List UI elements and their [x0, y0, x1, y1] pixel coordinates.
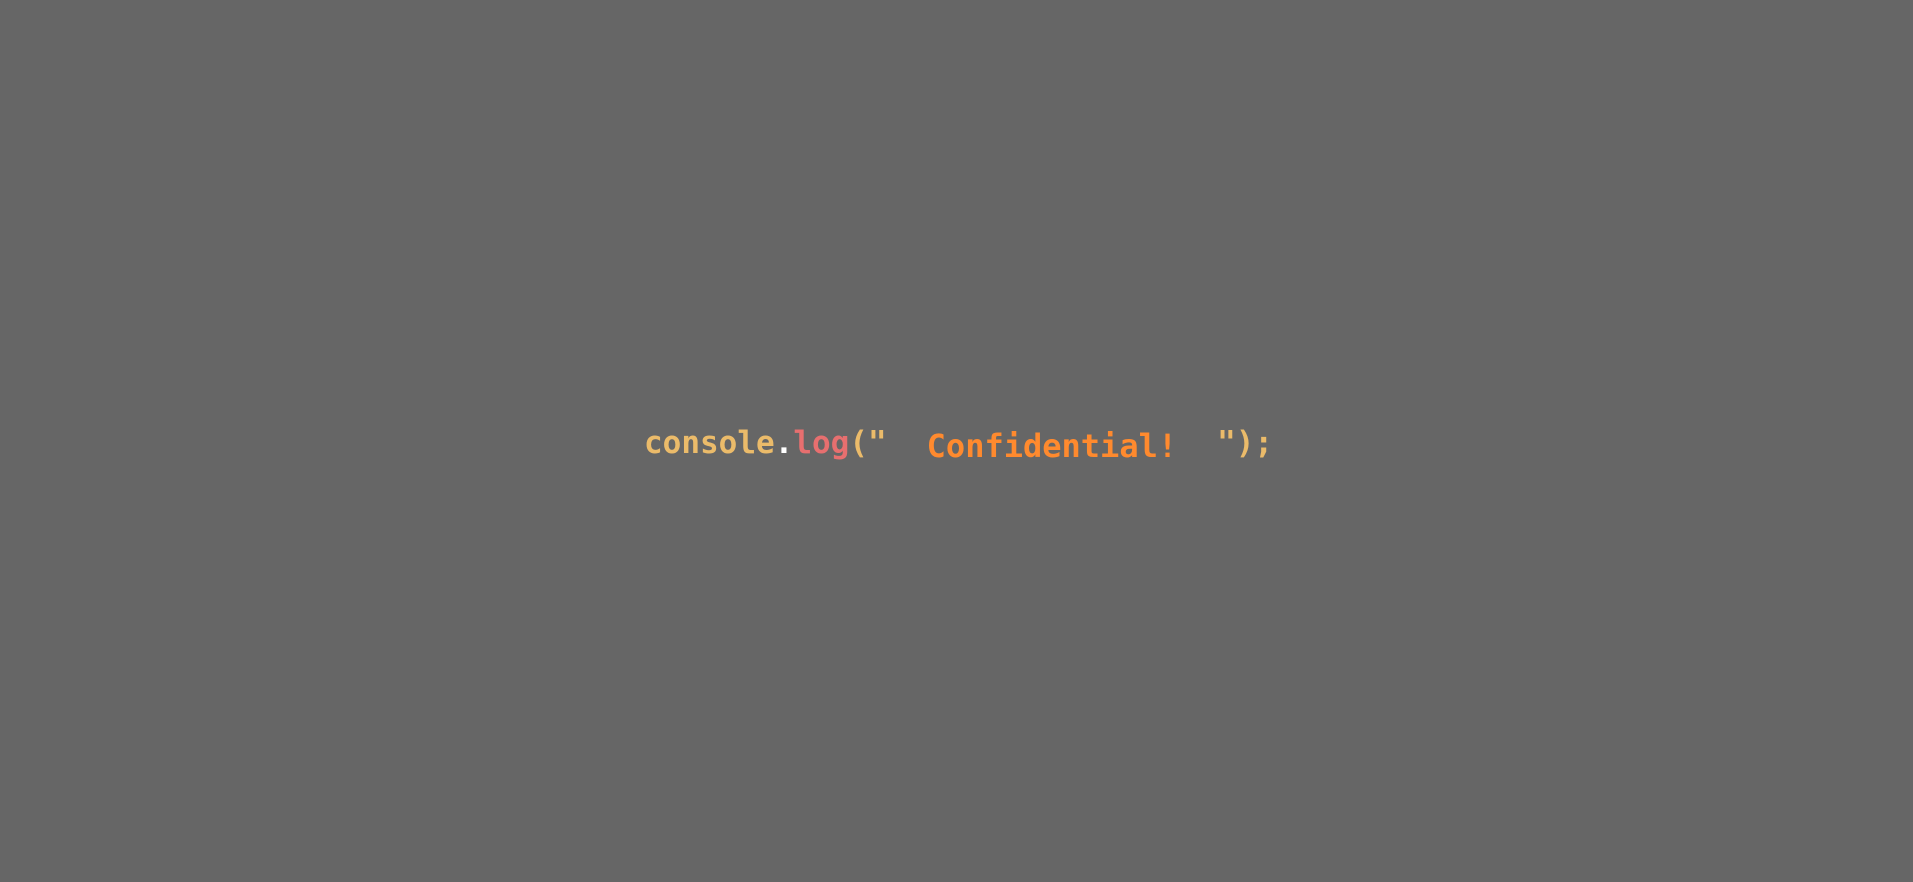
code-method-token: log [793, 425, 850, 461]
page-background: { "code": { "object": "console", "dot": … [0, 0, 1913, 882]
code-dot-token: . [774, 425, 794, 461]
code-open-paren-quote: (" [849, 425, 887, 461]
code-string-literal: Confidential! [926, 427, 1178, 465]
code-line: console. log (" Confidential! "); [644, 418, 1273, 468]
code-object-token: console [644, 425, 775, 461]
code-close-quote-paren: "); [1217, 425, 1274, 461]
